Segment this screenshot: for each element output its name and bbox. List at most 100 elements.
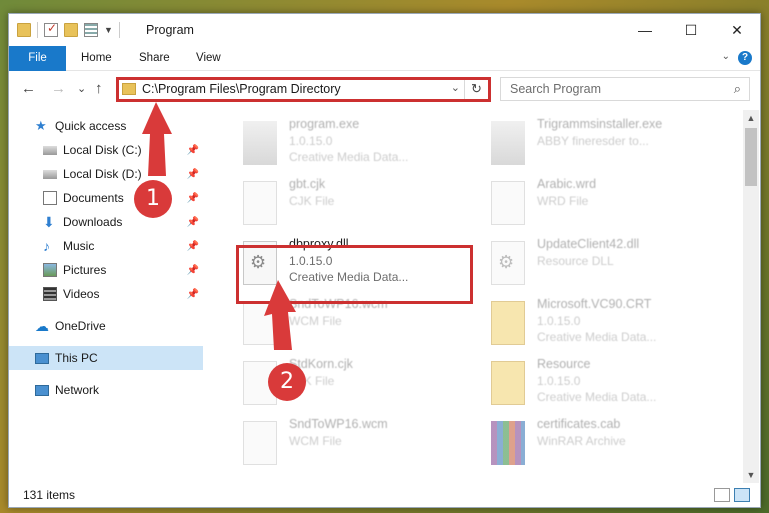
file-item[interactable]: Resource 1.0.15.0 Creative Media Data... bbox=[483, 355, 723, 413]
chevron-down-icon[interactable]: ⌄ bbox=[451, 81, 460, 94]
file-list: program.exe 1.0.15.0 Creative Media Data… bbox=[215, 111, 741, 481]
recent-locations-icon[interactable]: ⌄ bbox=[77, 82, 86, 95]
step-marker-1: 1 bbox=[134, 180, 172, 218]
help-icon[interactable]: ? bbox=[738, 51, 752, 65]
forward-arrow-icon[interactable]: → bbox=[51, 80, 66, 97]
tab-home[interactable]: Home bbox=[71, 46, 122, 71]
blank-file-icon bbox=[243, 421, 277, 465]
quick-access-toolbar: ▼ bbox=[17, 21, 120, 38]
file-type: WinRAR Archive bbox=[537, 434, 626, 448]
sidebar-item-label: Videos bbox=[63, 287, 100, 301]
sidebar-item-this-pc[interactable]: This PC bbox=[9, 346, 203, 370]
folder-icon bbox=[122, 83, 136, 95]
ribbon-tabs: File Home Share View ⌄ ? bbox=[9, 46, 760, 71]
close-button[interactable]: ✕ bbox=[714, 14, 760, 46]
scroll-up-icon[interactable]: ▲ bbox=[743, 110, 759, 126]
item-count: 131 items bbox=[23, 488, 76, 502]
sidebar-item-local-disk-c[interactable]: Local Disk (C:) 📌 bbox=[9, 138, 203, 162]
file-name: Arabic.wrd bbox=[537, 177, 597, 191]
address-path[interactable]: C:\Program Files\Program Directory bbox=[142, 82, 341, 96]
sidebar-item-documents[interactable]: Documents 📌 bbox=[9, 186, 203, 210]
refresh-icon[interactable]: ↻ bbox=[464, 78, 488, 100]
sidebar-item-label: Quick access bbox=[55, 119, 127, 133]
file-item[interactable]: Trigrammsinstaller.exe ABBY fineresder t… bbox=[483, 115, 723, 173]
minimize-button[interactable]: — bbox=[622, 14, 668, 46]
window-title: Program bbox=[146, 23, 194, 37]
file-name: Microsoft.VC90.CRT bbox=[537, 297, 652, 311]
ribbon-expand-icon[interactable]: ⌄ bbox=[722, 51, 730, 62]
file-item[interactable]: UpdateClient42.dll Resource DLL bbox=[483, 235, 723, 293]
back-arrow-icon[interactable]: ← bbox=[21, 80, 36, 97]
properties-check-icon[interactable] bbox=[44, 21, 58, 37]
file-version: 1.0.15.0 bbox=[537, 374, 581, 388]
folder-icon bbox=[17, 23, 31, 37]
pin-icon[interactable]: 📌 bbox=[187, 217, 199, 228]
maximize-button[interactable]: ☐ bbox=[668, 14, 714, 46]
status-bar: 131 items bbox=[9, 486, 760, 508]
videos-icon bbox=[43, 287, 57, 301]
file-name: Resource bbox=[537, 357, 591, 371]
scroll-thumb[interactable] bbox=[745, 128, 757, 186]
divider bbox=[37, 22, 38, 38]
qat-dropdown-icon[interactable]: ▼ bbox=[104, 25, 113, 35]
file-name: SndToWP16.wcm bbox=[289, 417, 388, 431]
file-item[interactable]: SndToWP16.wcm WCM File bbox=[235, 295, 475, 353]
file-item[interactable]: Microsoft.VC90.CRT 1.0.15.0 Creative Med… bbox=[483, 295, 723, 353]
file-description: Creative Media Data... bbox=[537, 330, 657, 344]
address-bar[interactable]: C:\Program Files\Program Directory ⌄ ↻ bbox=[117, 77, 489, 101]
sidebar-item-music[interactable]: ♪ Music 📌 bbox=[9, 234, 203, 258]
sidebar-item-label: Local Disk (D:) bbox=[63, 167, 142, 181]
sidebar-item-pictures[interactable]: Pictures 📌 bbox=[9, 258, 203, 282]
sidebar-item-quick-access[interactable]: ★ Quick access bbox=[9, 114, 203, 138]
blank-file-icon bbox=[491, 181, 525, 225]
tab-share[interactable]: Share bbox=[129, 46, 180, 71]
file-type: WCM File bbox=[289, 314, 342, 328]
search-input[interactable]: Search Program ⌕ bbox=[500, 77, 750, 101]
pin-icon[interactable]: 📌 bbox=[187, 289, 199, 300]
pin-icon[interactable]: 📌 bbox=[187, 241, 199, 252]
file-version: 1.0.15.0 bbox=[289, 254, 333, 268]
pin-icon[interactable]: 📌 bbox=[187, 169, 199, 180]
pin-icon[interactable]: 📌 bbox=[187, 193, 199, 204]
pin-icon[interactable]: 📌 bbox=[187, 265, 199, 276]
sidebar-item-network[interactable]: Network bbox=[9, 378, 203, 402]
file-item-dbproxy[interactable]: dbproxy.dll 1.0.15.0 Creative Media Data… bbox=[235, 235, 475, 293]
file-item[interactable]: SndToWP16.wcm WCM File bbox=[235, 415, 475, 473]
file-item[interactable]: certificates.cab WinRAR Archive bbox=[483, 415, 723, 473]
file-item[interactable]: gbt.cjk CJK File bbox=[235, 175, 475, 233]
file-version: 1.0.15.0 bbox=[289, 134, 333, 148]
sidebar-item-label: Documents bbox=[63, 191, 124, 205]
sidebar-item-label: Pictures bbox=[63, 263, 107, 277]
file-type: Resource DLL bbox=[537, 254, 614, 268]
tab-view[interactable]: View bbox=[186, 46, 231, 71]
sidebar-item-onedrive[interactable]: ☁ OneDrive bbox=[9, 314, 203, 338]
file-name: program.exe bbox=[289, 117, 360, 131]
cloud-icon: ☁ bbox=[35, 318, 49, 334]
file-type: CJK File bbox=[289, 194, 335, 208]
file-item[interactable]: program.exe 1.0.15.0 Creative Media Data… bbox=[235, 115, 475, 173]
search-icon[interactable]: ⌕ bbox=[734, 81, 741, 97]
vertical-scrollbar[interactable]: ▲ ▼ bbox=[743, 110, 759, 483]
file-name: certificates.cab bbox=[537, 417, 621, 431]
documents-icon bbox=[43, 191, 57, 205]
drive-icon bbox=[43, 145, 57, 155]
customize-icon[interactable] bbox=[84, 23, 98, 37]
tab-file[interactable]: File bbox=[9, 46, 66, 71]
pin-icon[interactable]: 📌 bbox=[187, 145, 199, 156]
sidebar-item-videos[interactable]: Videos 📌 bbox=[9, 282, 203, 306]
archive-icon bbox=[491, 421, 525, 465]
window-controls: — ☐ ✕ bbox=[622, 14, 760, 46]
step-marker-2: 2 bbox=[268, 363, 306, 401]
up-arrow-icon[interactable]: ↑ bbox=[95, 80, 103, 97]
sidebar-item-label: This PC bbox=[55, 351, 98, 365]
new-folder-icon[interactable] bbox=[64, 23, 78, 37]
file-name: gbt.cjk bbox=[289, 177, 326, 191]
sidebar-item-local-disk-d[interactable]: Local Disk (D:) 📌 bbox=[9, 162, 203, 186]
scroll-down-icon[interactable]: ▼ bbox=[743, 467, 759, 483]
file-item[interactable]: Arabic.wrd WRD File bbox=[483, 175, 723, 233]
folder-icon bbox=[491, 301, 525, 345]
details-view-icon[interactable] bbox=[714, 488, 730, 502]
sidebar-item-label: Network bbox=[55, 383, 100, 397]
sidebar-item-downloads[interactable]: ⬇ Downloads 📌 bbox=[9, 210, 203, 234]
large-icons-view-icon[interactable] bbox=[734, 488, 750, 502]
